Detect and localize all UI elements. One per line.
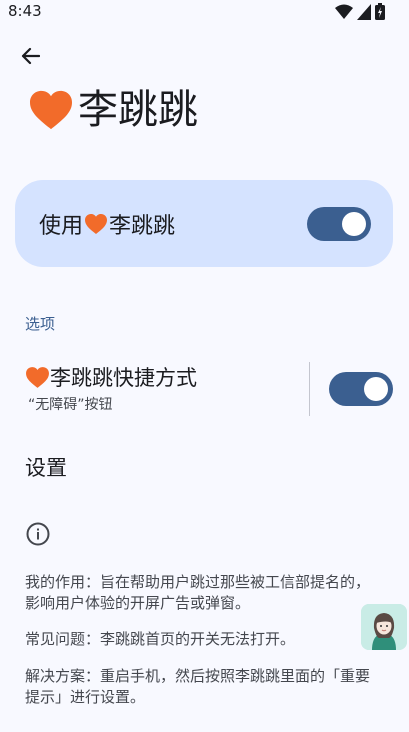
divider [309, 362, 310, 416]
page-title: 李跳跳 [28, 84, 198, 136]
enable-service-label: 使用 李跳跳 [39, 208, 307, 240]
battery-icon [375, 3, 385, 20]
status-bar: 8:43 [0, 0, 409, 24]
status-icons [335, 3, 385, 20]
shortcut-title-text: 李跳跳快捷方式 [50, 366, 197, 390]
shortcut-toggle[interactable] [329, 372, 393, 406]
info-solution: 解决方案：重启手机，然后按照李跳跳里面的「重要提示」进行设置。 [25, 667, 371, 706]
floating-avatar-button[interactable] [361, 604, 407, 650]
enable-service-toggle[interactable] [307, 206, 371, 241]
toggle-knob [342, 211, 366, 236]
heart-icon [26, 366, 49, 388]
settings-item[interactable]: 设置 [25, 452, 67, 482]
info-faq: 常见问题：李跳跳首页的开关无法打开。 [25, 630, 296, 648]
wifi-icon [335, 4, 353, 19]
back-button[interactable] [14, 40, 46, 72]
info-purpose: 我的作用：旨在帮助用户跳过那些被工信部提名的，影响用户体验的开屏广告或弹窗。 [25, 573, 371, 612]
page-title-text: 李跳跳 [78, 87, 198, 133]
heart-icon [85, 213, 108, 234]
options-section-header: 选项 [25, 315, 56, 333]
signal-icon [357, 3, 371, 20]
enable-service-card[interactable]: 使用 李跳跳 [15, 180, 393, 267]
enable-label-app: 李跳跳 [109, 213, 176, 239]
heart-icon [30, 90, 72, 130]
info-icon [26, 522, 50, 550]
enable-label-prefix: 使用 [39, 213, 84, 239]
avatar-icon [361, 604, 407, 650]
status-time: 8:43 [8, 2, 42, 20]
back-arrow-icon [21, 47, 40, 65]
shortcut-row[interactable]: 李跳跳快捷方式 “无障碍”按钮 [25, 362, 395, 416]
toggle-knob [364, 377, 388, 401]
